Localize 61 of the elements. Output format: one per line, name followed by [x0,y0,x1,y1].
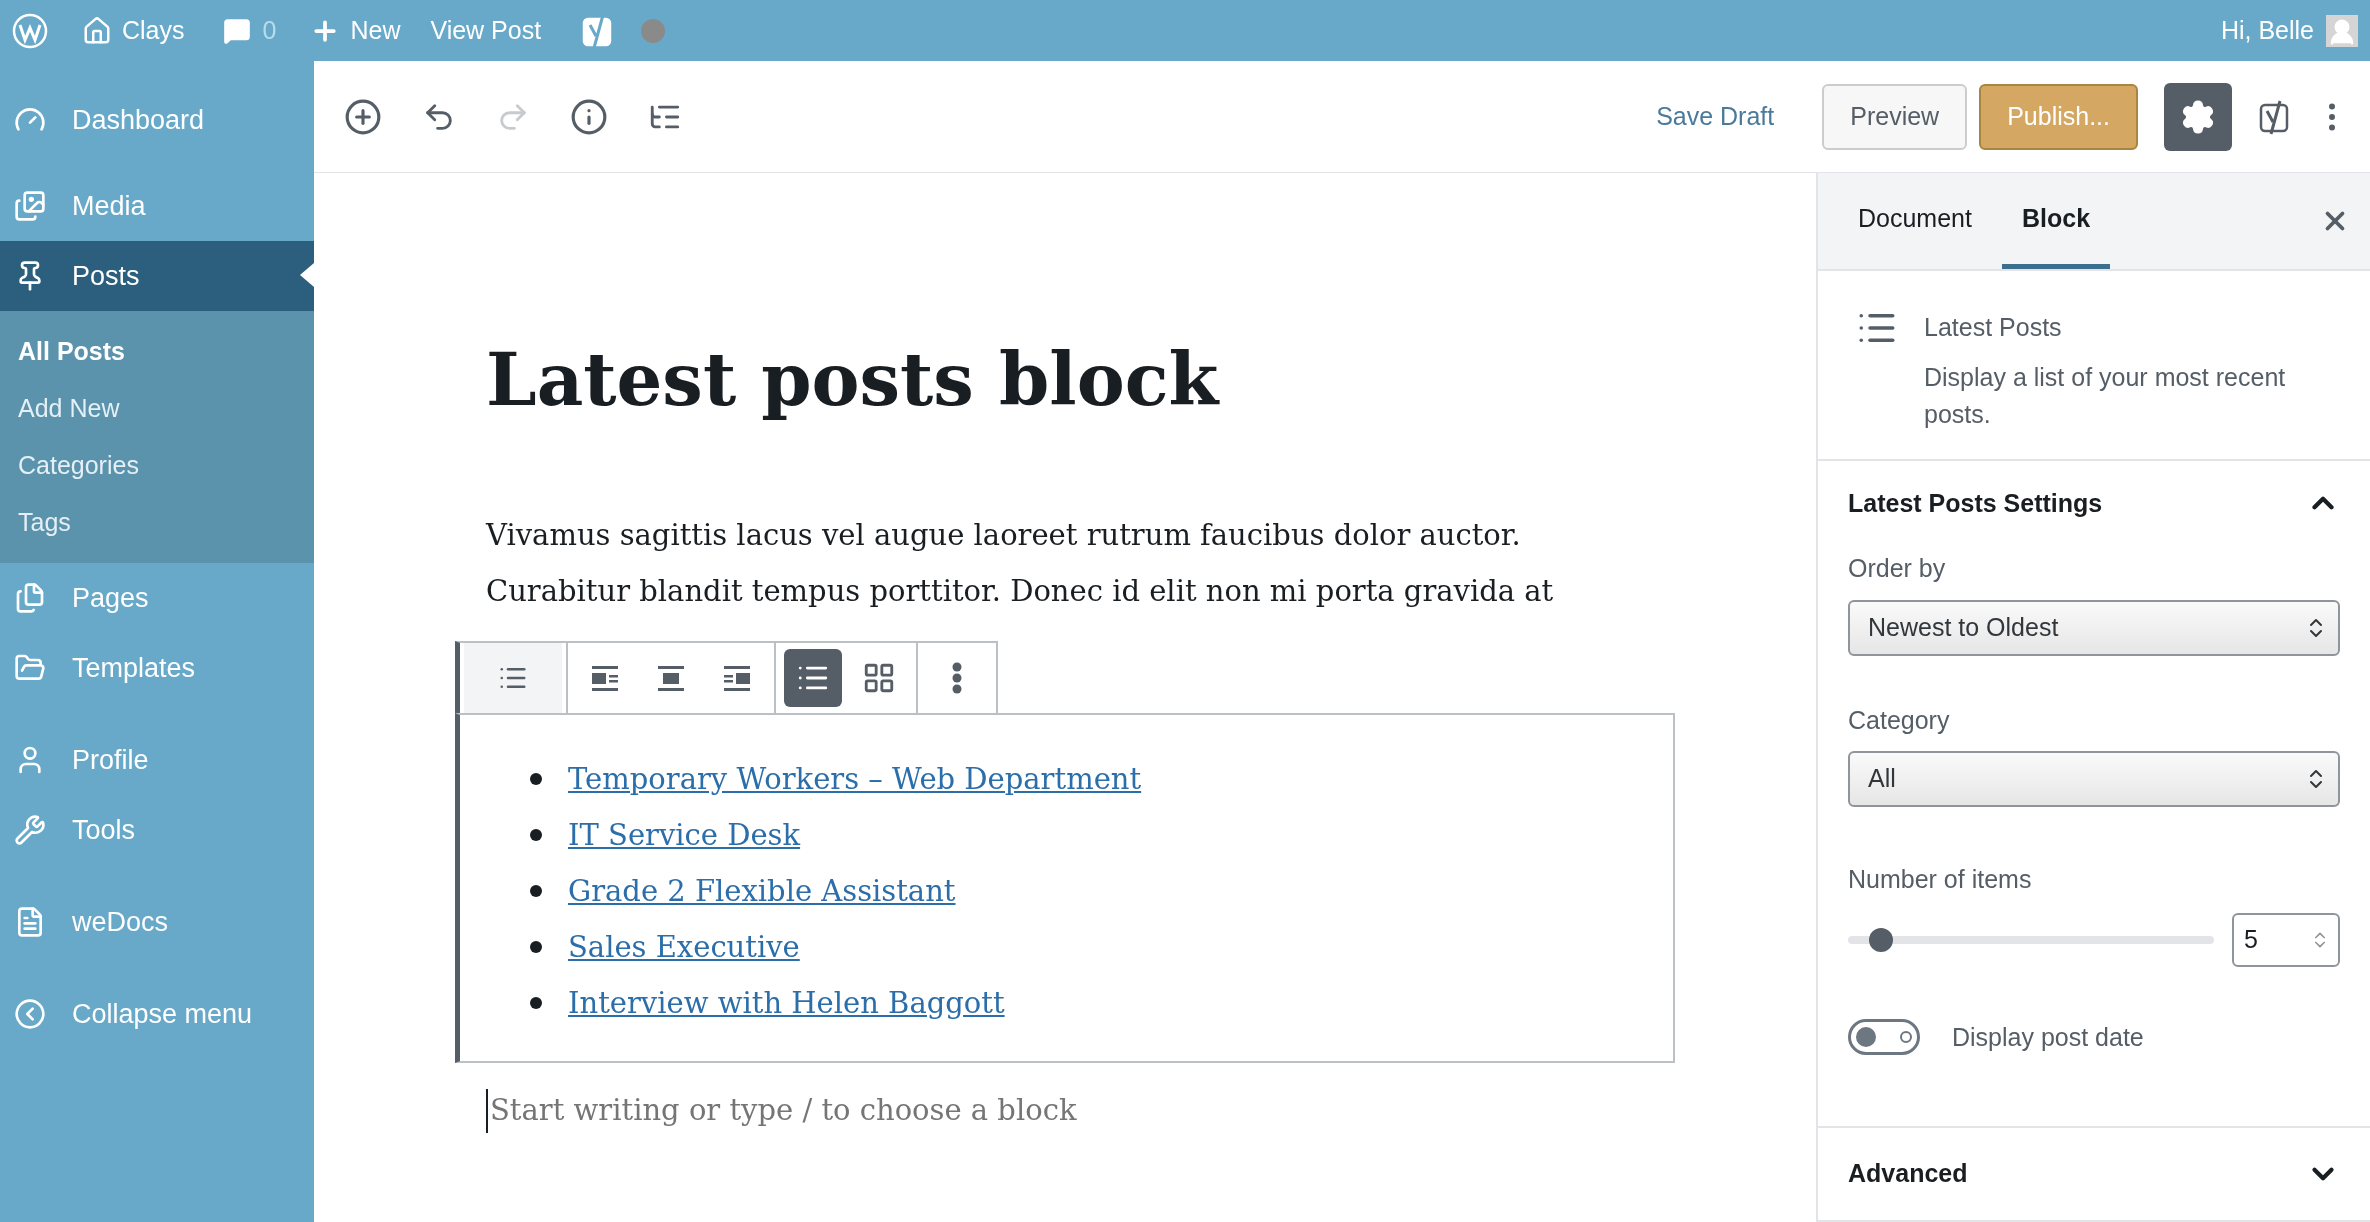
latest-posts-block[interactable]: Temporary Workers – Web Department IT Service Desk Grade 2 Flexible Assistant Sales Executive Interview with Helen Baggott [455,713,1675,1064]
greeting-link[interactable]: Hi, Belle [2220,11,2314,50]
view-post-link[interactable]: View Post [430,11,542,50]
sidebar-tab[interactable]: Block [2001,173,2111,269]
sidebar-menu-item[interactable]: weDocs [0,887,314,957]
post-title[interactable]: Latest posts block [486,337,1655,424]
add-block-icon[interactable] [344,97,382,136]
home-icon [82,15,112,46]
comment-icon [222,16,251,45]
block-name: Latest Posts [1924,312,2063,343]
new-block-field[interactable]: Start writing or type / to choose a block [486,1089,1675,1133]
sidebar-menu-item[interactable]: Tools [0,795,314,865]
sidebar-menu-item[interactable]: Media [0,171,314,241]
paragraph-text[interactable]: Vivamus sagittis lacus vel augue laoreet rutrum faucibus dolor auctor. Curabitur blandit tempus porttitor. Donec id elit non mi porta gravida at [486,507,1596,620]
field-label: Number of items [1848,864,2033,895]
sidebar-menu-item[interactable]: Posts [0,241,314,311]
avatar-icon[interactable] [2326,14,2358,47]
toggle-switch[interactable] [1848,1019,1920,1056]
preview-button[interactable]: Preview [1822,83,1968,150]
post-link[interactable]: Sales Executive [568,925,800,970]
submenu-item[interactable]: All Posts [0,323,314,380]
bullet-icon [530,997,542,1010]
bullet-icon [530,941,542,954]
panel-title[interactable]: Advanced [1848,1155,1968,1193]
post-link[interactable]: IT Service Desk [568,813,801,858]
bullet-icon [530,885,542,898]
submenu-item[interactable]: Add New [0,380,314,437]
wordpress-logo-icon[interactable] [12,12,48,49]
field-label: Order by [1848,553,1947,584]
menu-item-icon [14,998,46,1030]
bullet-icon [530,829,542,842]
sidebar-tab[interactable]: Document [1838,173,1992,269]
select-field[interactable]: All [1848,751,2340,807]
slider-handle[interactable] [1868,927,1893,952]
settings-button[interactable] [2164,82,2232,151]
panel-title[interactable]: Latest Posts Settings [1848,484,2103,522]
menu-item-icon [14,190,46,222]
site-name-link[interactable]: Clays [122,11,185,50]
sidebar-menu-item[interactable]: Dashboard [0,85,314,155]
bullet-icon [530,773,542,786]
current-pointer-icon [300,263,314,287]
number-field[interactable]: 5 [2232,912,2340,967]
sidebar-menu-item[interactable]: Pages [0,563,314,633]
select-field[interactable]: Newest to Oldest [1848,599,2340,656]
block-description: Display a list of your most recent posts. [1924,361,2287,430]
field-label: Category [1848,704,1951,736]
submenu-item[interactable]: Tags [0,494,314,551]
menu-item-icon [14,582,46,614]
save-draft-button[interactable]: Save Draft [1646,97,1785,136]
sidebar-menu-item[interactable]: Templates [0,633,314,703]
more-options-icon [952,662,962,695]
menu-item-icon [14,814,46,846]
info-icon[interactable] [570,97,608,136]
post-link[interactable]: Grade 2 Flexible Assistant [568,869,956,914]
post-link[interactable]: Interview with Helen Baggott [568,981,1005,1026]
new-link[interactable]: New [350,11,401,50]
toggle-label: Display post date [1952,1021,2144,1053]
sidebar-menu-item[interactable]: Profile [0,725,314,795]
sidebar-menu-item[interactable]: Collapse menu [0,979,314,1049]
post-link[interactable]: Temporary Workers – Web Department [568,757,1142,802]
submenu-item[interactable]: Categories [0,437,314,494]
